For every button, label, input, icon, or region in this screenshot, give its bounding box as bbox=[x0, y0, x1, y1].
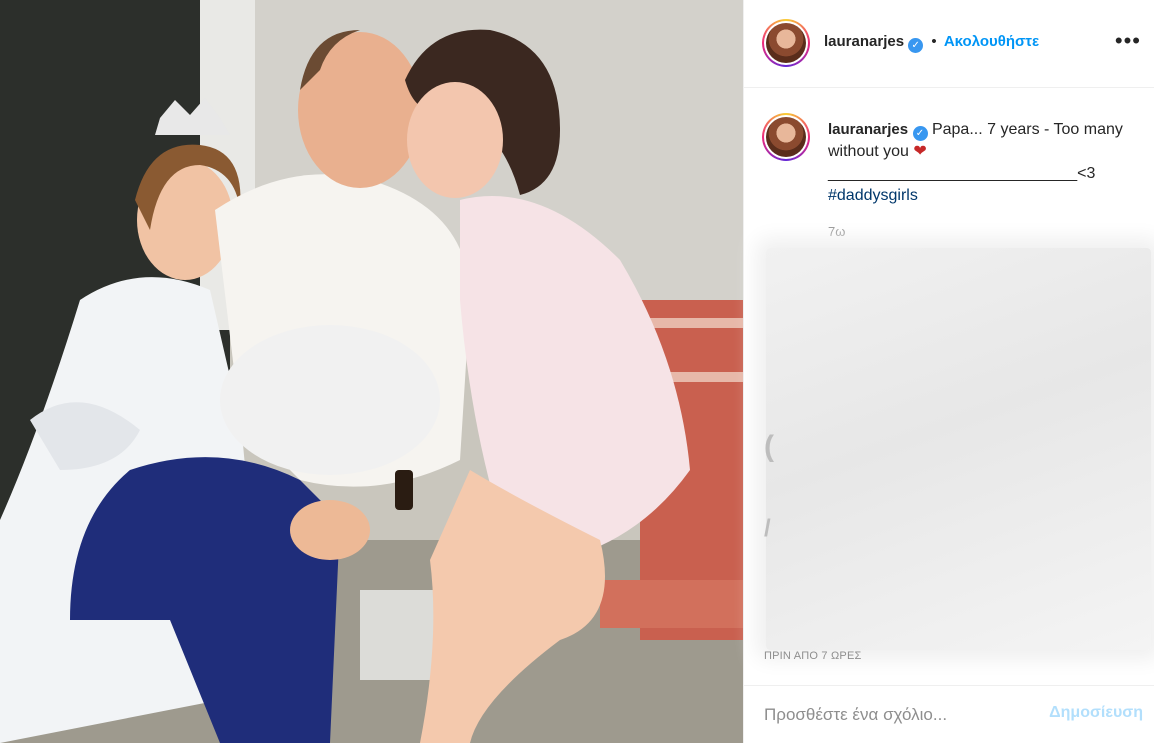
separator-dot: • bbox=[931, 33, 937, 50]
caption-underline-suffix: <3 bbox=[1077, 165, 1096, 182]
header-name-row: lauranarjes ✓ • Ακολουθήστε bbox=[824, 33, 1039, 53]
heart-emoji-icon: ❤ bbox=[913, 143, 927, 160]
avatar[interactable] bbox=[762, 19, 810, 67]
comment-bar: Δημοσίευση bbox=[744, 685, 1154, 743]
follow-button[interactable]: Ακολουθήστε bbox=[944, 33, 1039, 50]
ghost-glyph: / bbox=[764, 515, 771, 542]
caption-underline-row: ____________________________<3 bbox=[828, 163, 1128, 185]
comment-input[interactable] bbox=[764, 702, 1024, 728]
post-timestamp: ΠΡΙΝ ΑΠΟ 7 ΩΡΕΣ bbox=[764, 650, 862, 662]
caption-avatar[interactable] bbox=[762, 113, 810, 161]
caption-text: lauranarjes ✓ Papa... 7 years - Too many… bbox=[828, 119, 1128, 207]
caption-username[interactable]: lauranarjes bbox=[828, 121, 908, 138]
caption-age[interactable]: 7ω bbox=[828, 224, 845, 239]
more-options-icon[interactable]: ••• bbox=[1115, 28, 1141, 54]
post-header: lauranarjes ✓ • Ακολουθήστε ••• bbox=[744, 0, 1154, 88]
caption-block: lauranarjes ✓ Papa... 7 years - Too many… bbox=[744, 89, 1154, 249]
post-comment-button[interactable]: Δημοσίευση bbox=[1049, 704, 1143, 722]
post-side-panel: lauranarjes ✓ • Ακολουθήστε ••• lauranar… bbox=[743, 0, 1154, 743]
header-username[interactable]: lauranarjes bbox=[824, 33, 904, 50]
verified-badge-icon: ✓ bbox=[912, 126, 928, 141]
ghost-glyph: ( bbox=[764, 430, 774, 463]
blurred-comments-area bbox=[766, 248, 1151, 650]
verified-badge-icon: ✓ bbox=[908, 38, 924, 53]
hashtag-link[interactable]: #daddysgirls bbox=[828, 185, 1128, 207]
caption-underline: ____________________________ bbox=[828, 165, 1078, 182]
post-photo[interactable] bbox=[0, 0, 743, 743]
